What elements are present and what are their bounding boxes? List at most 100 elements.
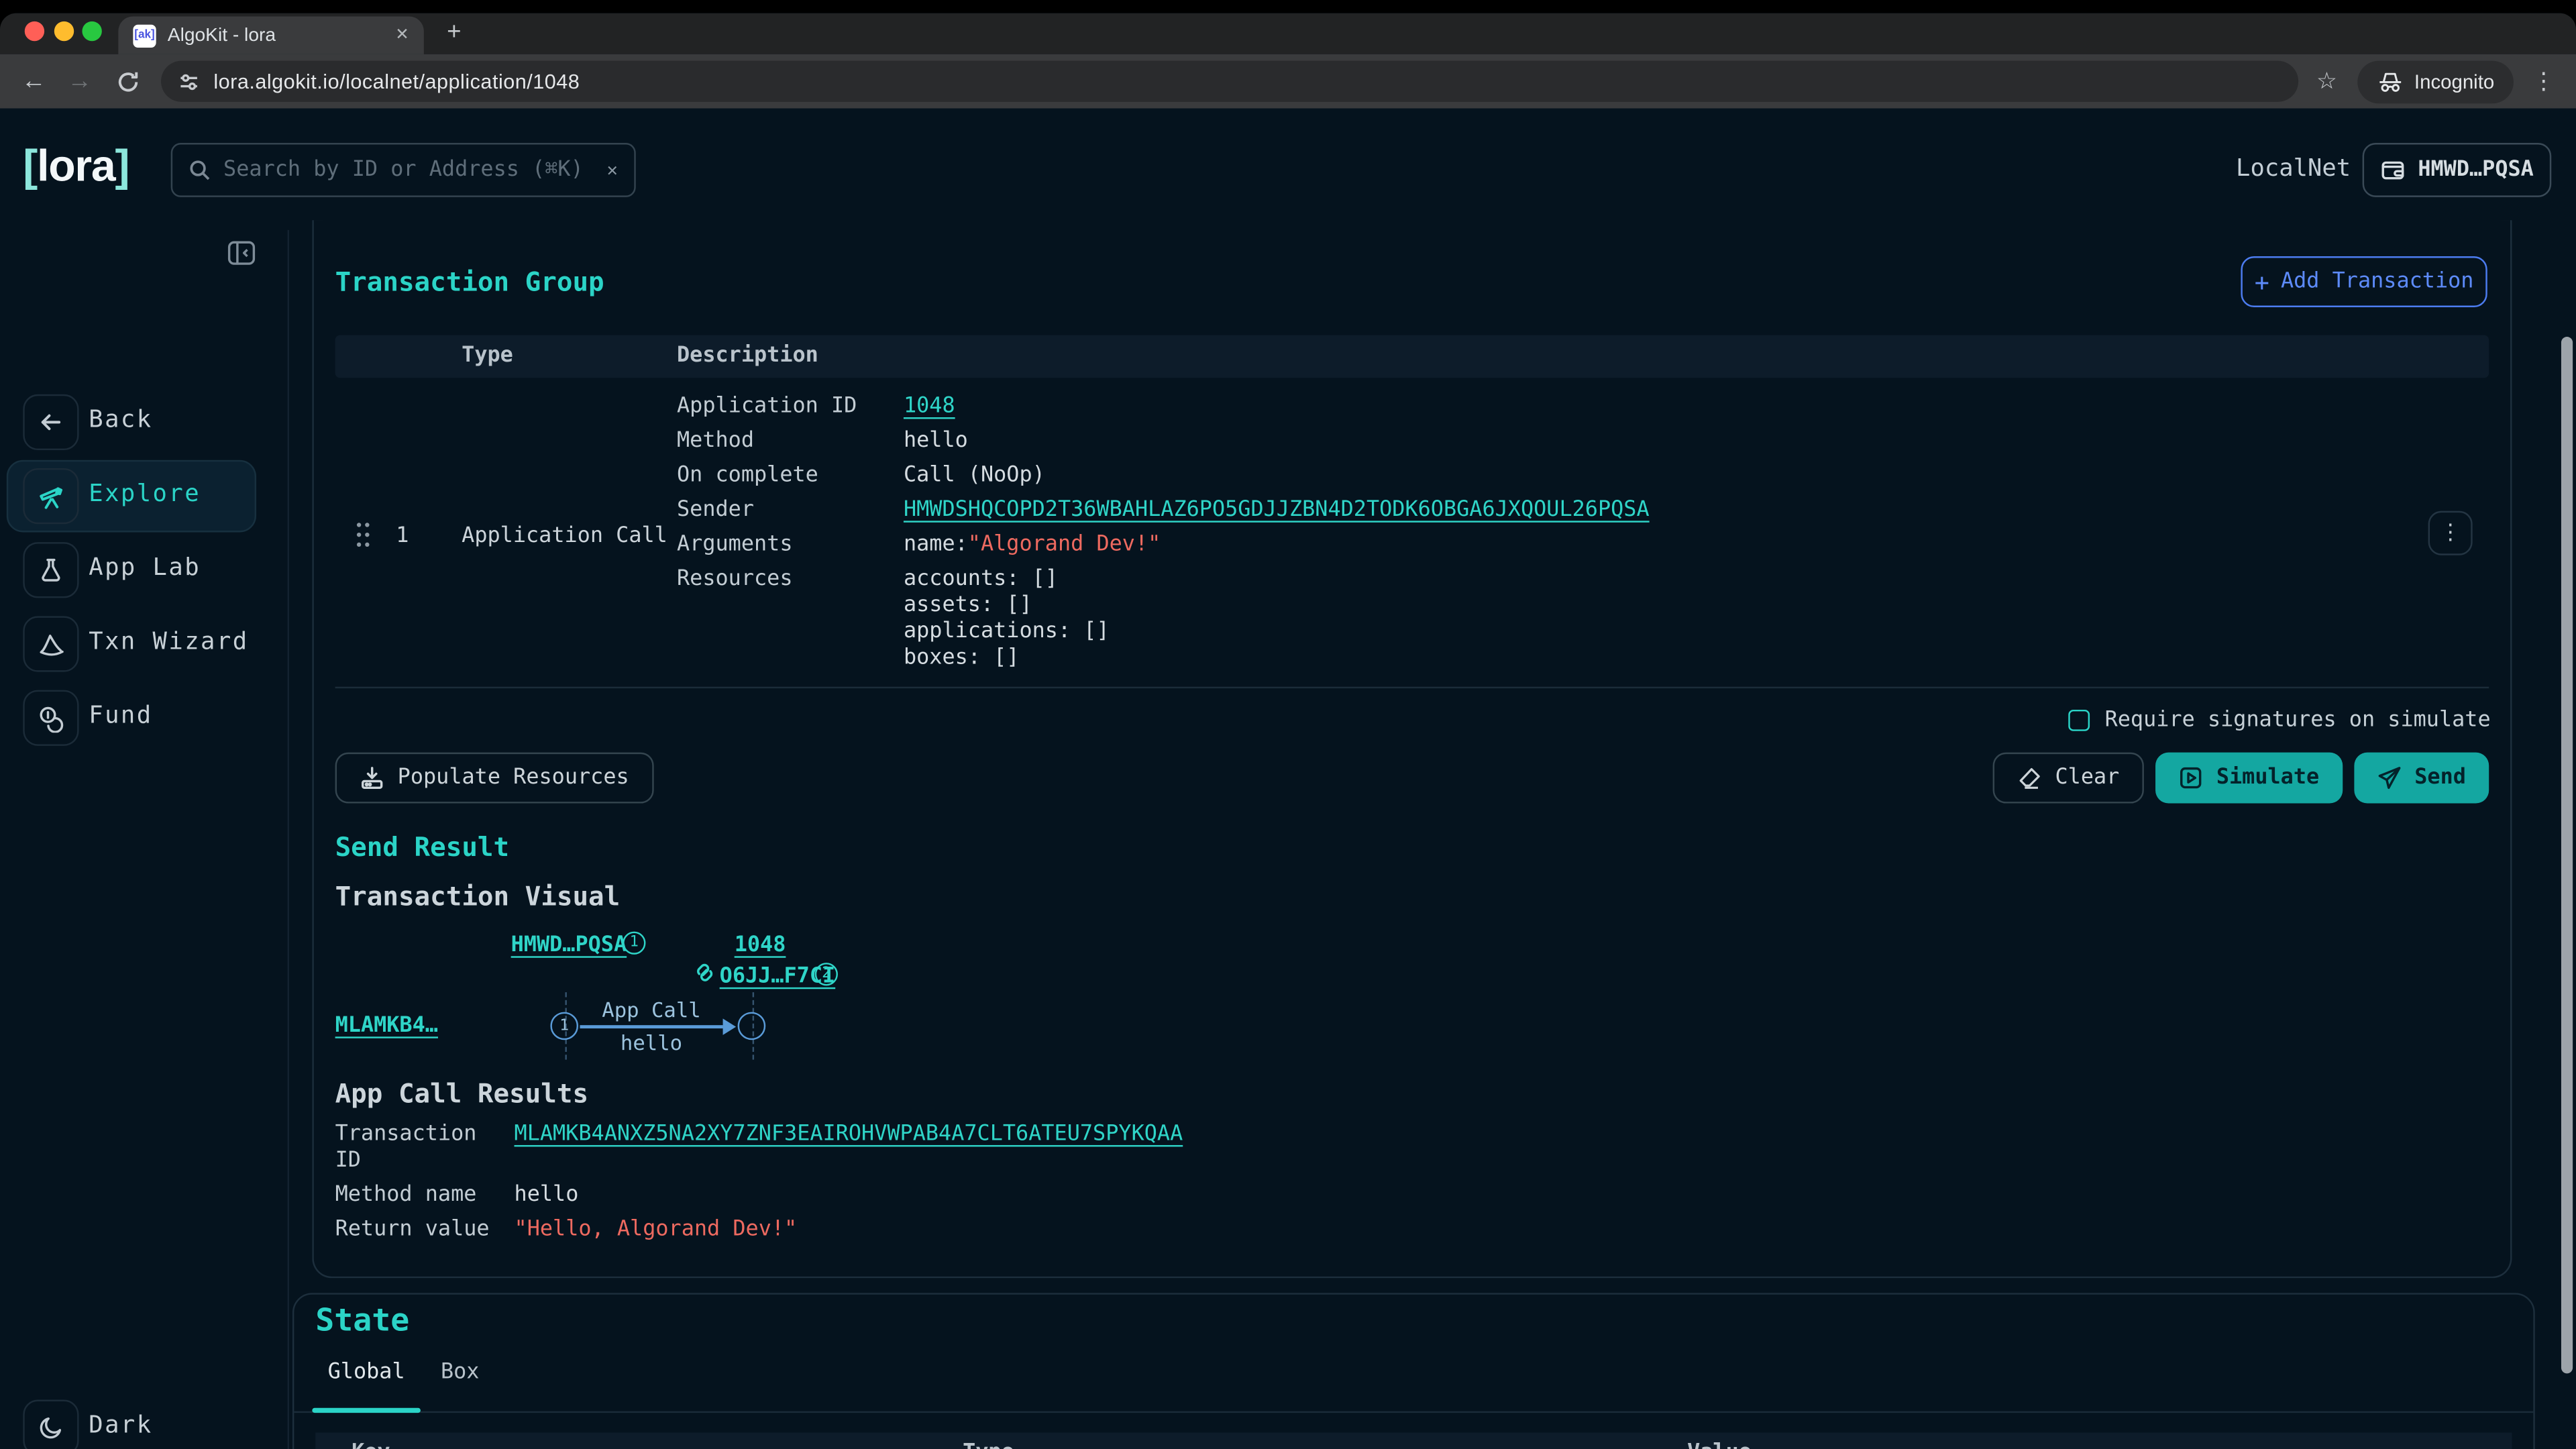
sender-address-link[interactable]: HMWDSHQCOPD2T36WBAHLAZ6PO5GDJJZBN4D2TODK… [904, 498, 1650, 524]
sidebar: Back Explore [0, 230, 289, 1449]
wallet-button[interactable]: HMWD…PQSA [2363, 143, 2552, 197]
visual-txn-link[interactable]: MLAMKB4… [335, 1014, 438, 1038]
field-application-id: Application ID 1048 [677, 394, 2402, 421]
txn-row-type: Application Call [462, 524, 667, 549]
url-bar[interactable]: lora.algokit.io/localnet/application/104… [161, 61, 2298, 102]
visual-app-link[interactable]: 1048 [735, 933, 786, 958]
send-result-title: Send Result [335, 831, 510, 863]
wallet-icon [2380, 158, 2406, 182]
add-transaction-button[interactable]: + Add Transaction [2241, 256, 2487, 307]
site-info-icon[interactable] [177, 70, 200, 93]
send-button[interactable]: Send [2354, 753, 2489, 804]
plus-icon: + [2255, 267, 2269, 297]
minimize-window-button[interactable] [54, 21, 73, 41]
sidebar-item-label: Fund [89, 703, 152, 729]
edge-end-node [738, 1012, 766, 1040]
search-placeholder: Search by ID or Address (⌘K) [223, 158, 607, 182]
field-method: Method hello [677, 429, 2402, 455]
incognito-label: Incognito [2414, 70, 2494, 93]
txn-row-description: Application ID 1048 Method hello On comp… [677, 394, 2402, 680]
tab-global[interactable]: Global [312, 1360, 421, 1385]
field-value: Call (NoOp) [904, 464, 1045, 490]
application-id-link[interactable]: 1048 [904, 394, 955, 421]
visual-sender-link[interactable]: HMWD…PQSA [511, 933, 627, 958]
field-arguments: Arguments name: "Algorand Dev!" [677, 532, 2402, 558]
close-window-button[interactable] [25, 21, 44, 41]
populate-resources-button[interactable]: Populate Resources [335, 753, 654, 804]
state-title: State [315, 1303, 409, 1339]
require-signatures-checkbox[interactable] [2069, 710, 2090, 731]
resource-accounts: accounts: [] [904, 567, 1110, 593]
wizard-hat-icon [23, 616, 78, 672]
lora-app: [lora] Search by ID or Address (⌘K) ✕ Lo… [0, 109, 2576, 1449]
sidebar-item-fund[interactable]: Fund [0, 690, 289, 746]
simulate-button[interactable]: Simulate [2155, 753, 2342, 804]
sidebar-collapse-icon[interactable] [227, 238, 256, 268]
incognito-badge: Incognito [2357, 60, 2514, 103]
screenshot-stage: [ak] AlgoKit - lora ✕ + ← → lora.algokit… [0, 0, 2576, 1449]
tab-favicon: [ak] [133, 24, 156, 47]
populate-resources-label: Populate Resources [398, 765, 629, 790]
resource-assets: assets: [] [904, 593, 1110, 619]
logo-text: lora [37, 142, 115, 191]
result-label: Method name [335, 1183, 515, 1209]
field-label: Method [677, 429, 904, 455]
txn-row-index: 1 [396, 524, 409, 549]
drag-handle[interactable] [355, 521, 371, 549]
tab-close-icon[interactable]: ✕ [395, 26, 409, 44]
resource-applications: applications: [] [904, 619, 1110, 645]
ellipsis-v-icon: ⋮ [2440, 521, 2461, 545]
eraser-icon [2017, 765, 2042, 790]
result-row-return: Return value "Hello, Algorand Dev!" [335, 1218, 1183, 1244]
sidebar-item-txn-wizard[interactable]: Txn Wizard [0, 616, 289, 672]
browser-window: [ak] AlgoKit - lora ✕ + ← → lora.algokit… [0, 13, 2576, 1449]
browser-toolbar: ← → lora.algokit.io/localnet/application… [0, 54, 2576, 109]
tabs-divider [294, 1411, 2533, 1413]
scrollbar-thumb[interactable] [2561, 337, 2573, 1373]
sidebar-item-back[interactable]: Back [0, 394, 289, 450]
edge-start-node: 1 [550, 1012, 578, 1040]
col-key: Key [352, 1441, 390, 1449]
group-badge: 2 [815, 963, 838, 985]
bookmark-star-icon[interactable]: ☆ [2316, 67, 2337, 95]
txn-table-header: Type Description [335, 335, 2489, 378]
incognito-icon [2377, 70, 2403, 93]
field-label: On complete [677, 464, 904, 490]
row-menu-button[interactable]: ⋮ [2428, 511, 2473, 555]
send-label: Send [2414, 765, 2466, 790]
sidebar-item-explore[interactable]: Explore [0, 468, 289, 524]
new-tab-button[interactable]: + [447, 18, 461, 46]
search-input[interactable]: Search by ID or Address (⌘K) ✕ [171, 143, 636, 197]
search-clear-icon[interactable]: ✕ [607, 160, 618, 181]
reload-icon[interactable] [117, 70, 140, 93]
sidebar-item-label: App Lab [89, 555, 201, 582]
argument-value: "Algorand Dev!" [968, 532, 1161, 558]
moon-icon [23, 1400, 78, 1449]
zoom-window-button[interactable] [82, 21, 101, 41]
return-value: "Hello, Algorand Dev!" [515, 1218, 798, 1244]
play-square-icon [2179, 765, 2204, 790]
browser-tab[interactable]: [ak] AlgoKit - lora ✕ [118, 16, 424, 54]
sidebar-item-app-lab[interactable]: App Lab [0, 542, 289, 598]
transaction-id-link[interactable]: MLAMKB4ANXZ5NA2XY7ZNF3EAIROHVWPAB4A7CLT6… [515, 1122, 1183, 1175]
tab-box[interactable]: Box [421, 1360, 500, 1385]
sidebar-item-dark[interactable]: Dark [0, 1400, 289, 1449]
col-value: Value [1687, 1441, 1752, 1449]
resource-boxes: boxes: [] [904, 645, 1110, 672]
browser-menu-icon[interactable]: ⋮ [2532, 67, 2555, 95]
clear-button[interactable]: Clear [1992, 753, 2144, 804]
result-row-method: Method name hello [335, 1183, 1183, 1209]
flask-icon [23, 542, 78, 598]
url-text: lora.algokit.io/localnet/application/104… [213, 70, 580, 93]
col-description: Description [677, 343, 818, 368]
field-resources: Resources accounts: [] assets: [] applic… [677, 567, 2402, 672]
sender-badge: 1 [623, 932, 645, 955]
back-icon[interactable]: ← [21, 69, 46, 94]
row-divider [335, 687, 2489, 688]
forward-icon[interactable]: → [67, 69, 92, 94]
state-table-header: Key Type Value [315, 1433, 2512, 1449]
field-on-complete: On complete Call (NoOp) [677, 464, 2402, 490]
network-label[interactable]: LocalNet [2236, 156, 2351, 182]
transaction-visual-title: Transaction Visual [335, 881, 621, 912]
simulate-label: Simulate [2216, 765, 2319, 790]
